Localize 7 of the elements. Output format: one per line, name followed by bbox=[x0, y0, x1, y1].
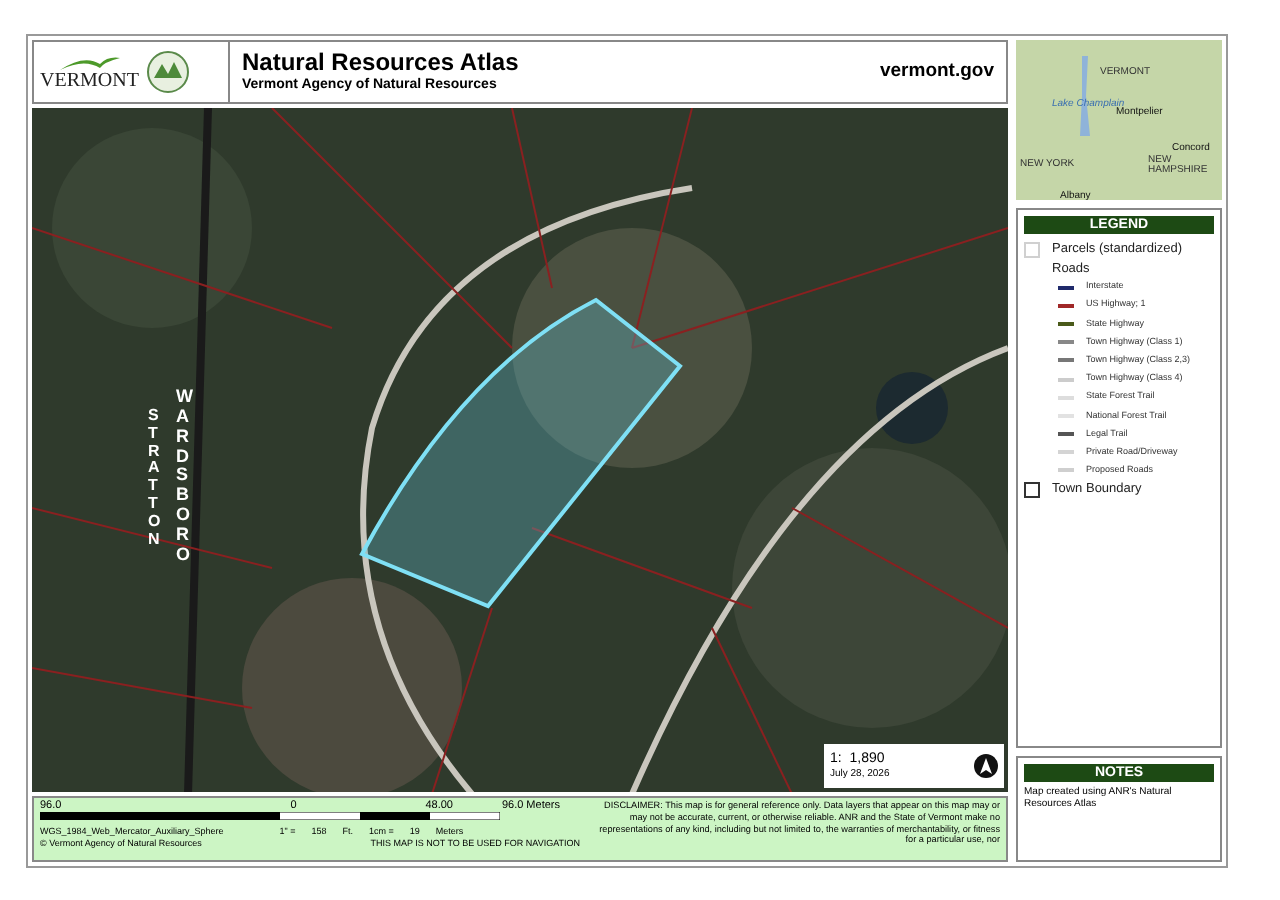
north-arrow-icon bbox=[974, 754, 998, 779]
app-title: Natural Resources Atlas bbox=[242, 49, 519, 76]
website-link[interactable]: vermont.gov bbox=[879, 57, 994, 87]
map-town-label: STRATTON bbox=[148, 407, 163, 549]
map-town-label: WARDSBORO bbox=[176, 387, 194, 566]
seal-icon bbox=[146, 49, 191, 94]
logo-text: VERMONT bbox=[40, 71, 139, 92]
